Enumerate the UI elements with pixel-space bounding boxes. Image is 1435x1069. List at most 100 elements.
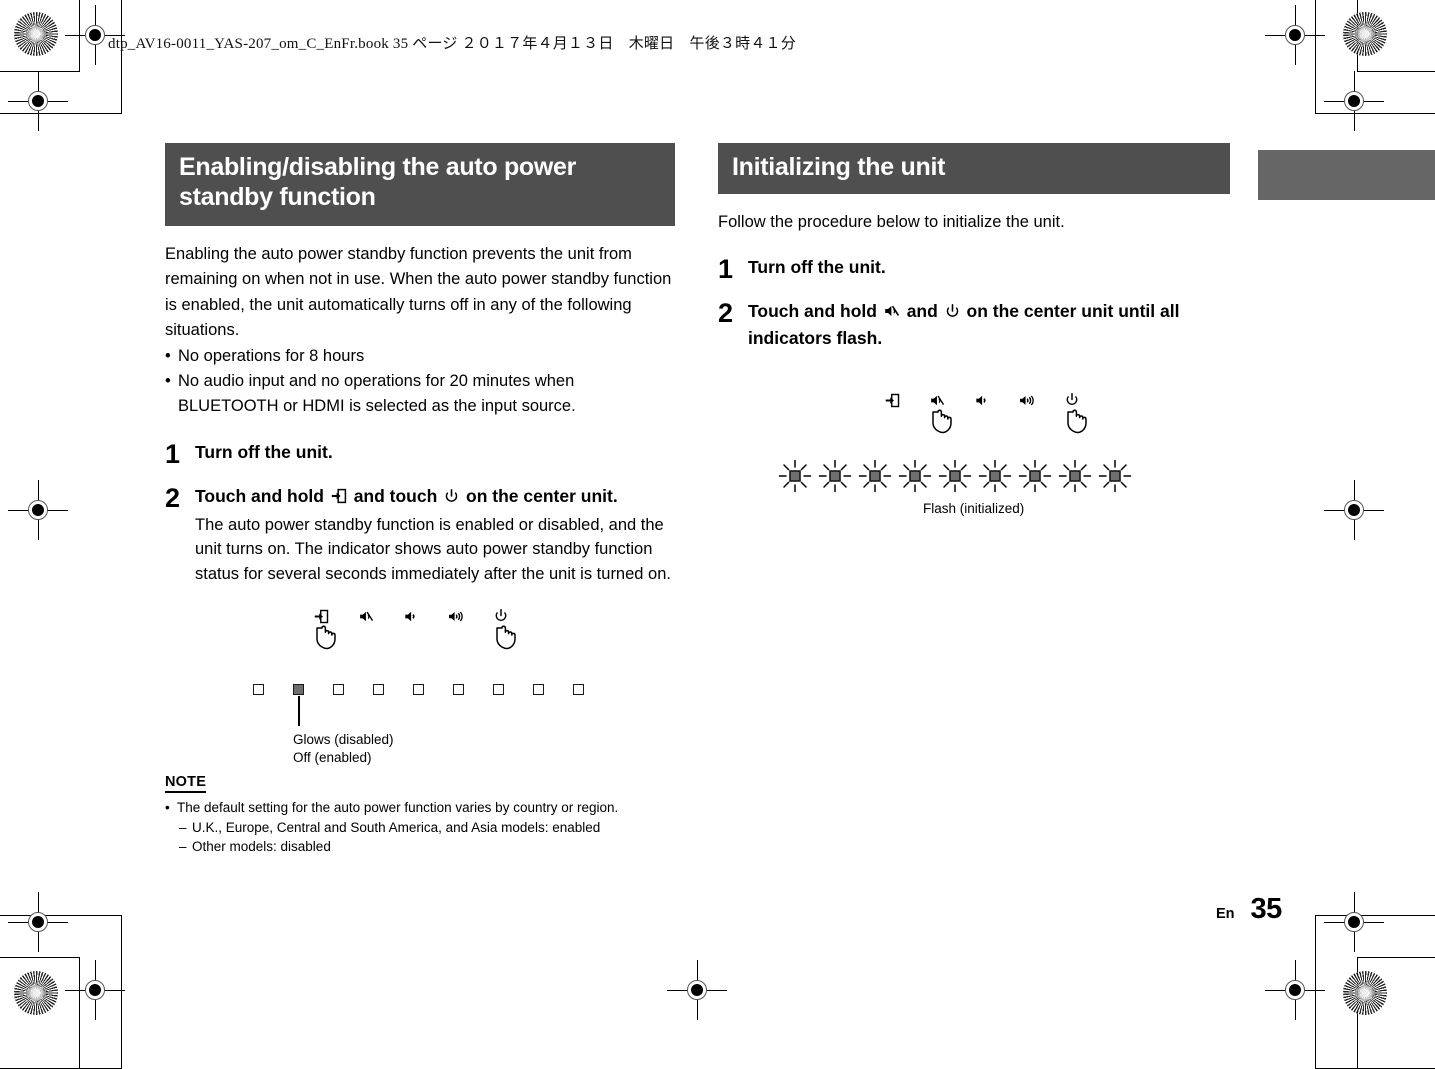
registration-mark-lower-right xyxy=(1324,892,1384,952)
section-heading-initializing: Initializing the unit xyxy=(718,143,1230,194)
star-target-tr xyxy=(1343,12,1387,56)
registration-mark-bottom-right xyxy=(1265,960,1325,1020)
step-2-left: 2 Touch and hold and touch on the center… xyxy=(165,484,675,587)
bullet-text: No audio input and no operations for 20 … xyxy=(178,372,576,416)
indicator-led-flashing xyxy=(1098,459,1132,493)
indicator-led-row-right xyxy=(778,459,1138,495)
indicator-led-flashing xyxy=(1058,459,1092,493)
list-item: – Other models: disabled xyxy=(165,837,675,857)
step-headline: Touch and hold and touch on the center u… xyxy=(195,484,675,511)
registration-mark-bottom-left xyxy=(65,960,125,1020)
indicator-led-flashing xyxy=(818,459,852,493)
step-number: 1 xyxy=(718,253,734,284)
indicator-led xyxy=(333,683,344,695)
indicator-led-flashing xyxy=(978,459,1012,493)
caption-line: Flash (initialized) xyxy=(923,500,1025,516)
hand-pointer-icon xyxy=(929,409,959,439)
control-icon-row-left xyxy=(307,608,537,650)
volume-up-icon xyxy=(1013,393,1041,413)
footer-language: En xyxy=(1216,906,1235,922)
step-2-right: 2 Touch and hold and on the center unit … xyxy=(718,299,1230,351)
indicator-led xyxy=(573,683,584,695)
page-number: 35 xyxy=(1250,893,1283,925)
note-heading: NOTE xyxy=(165,774,207,793)
star-target-tl xyxy=(14,12,58,56)
list-item: • No audio input and no operations for 2… xyxy=(165,369,675,420)
caption-line: Glows (disabled) xyxy=(293,731,394,747)
indicator-led-row-left xyxy=(253,683,593,726)
indicator-led-flashing xyxy=(938,459,972,493)
dash-glyph: – xyxy=(179,839,187,855)
hand-pointer-icon xyxy=(313,625,343,655)
registration-mark-bottom-center xyxy=(667,960,727,1020)
indicator-led xyxy=(413,683,424,695)
indicator-led xyxy=(453,683,464,695)
step-number: 1 xyxy=(165,438,181,469)
step-1-left: 1 Turn off the unit. xyxy=(165,440,675,468)
initialize-indicator-diagram: Flash (initialized) xyxy=(718,392,1230,523)
star-target-bl xyxy=(14,971,58,1015)
step-headline-part: Touch and hold xyxy=(748,300,882,321)
step-headline: Turn off the unit. xyxy=(748,256,886,277)
bullet-glyph: • xyxy=(165,799,170,815)
dash-glyph: – xyxy=(179,819,187,835)
registration-mark-mid-left xyxy=(8,480,68,540)
left-column: Enabling/disabling the auto power standb… xyxy=(165,143,675,857)
section-heading-auto-standby: Enabling/disabling the auto power standb… xyxy=(165,143,675,226)
step-headline: Touch and hold and on the center unit un… xyxy=(748,299,1230,351)
input-icon xyxy=(878,393,906,413)
note-text: The default setting for the auto power f… xyxy=(177,799,619,815)
list-item: • The default setting for the auto power… xyxy=(165,798,675,818)
bullet-list-left: • No operations for 8 hours • No audio i… xyxy=(165,344,675,420)
callout-leader-line xyxy=(298,695,300,726)
step-number: 2 xyxy=(718,297,734,328)
control-icon-row-right xyxy=(878,392,1108,433)
input-icon xyxy=(331,486,347,511)
intro-paragraph-right: Follow the procedure below to initialize… xyxy=(718,212,1065,231)
caption-line: Off (enabled) xyxy=(293,750,372,766)
registration-mark-upper-left xyxy=(8,71,68,131)
step-detail: The auto power standby function is enabl… xyxy=(195,515,671,584)
note-list: • The default setting for the auto power… xyxy=(165,798,675,857)
section-thumb-tab xyxy=(1258,150,1435,200)
volume-down-icon xyxy=(968,393,996,413)
hand-pointer-icon xyxy=(493,625,523,655)
step-1-right: 1 Turn off the unit. xyxy=(718,255,1230,283)
step-headline-part: and touch xyxy=(348,485,443,506)
page-footer: En 35 xyxy=(1216,893,1282,926)
registration-mark-upper-right xyxy=(1324,71,1384,131)
mute-icon xyxy=(352,609,380,629)
indicator-led-flashing xyxy=(898,459,932,493)
right-column: Initializing the unit Follow the procedu… xyxy=(718,143,1230,523)
bullet-glyph: • xyxy=(165,372,171,391)
volume-up-icon xyxy=(442,609,470,629)
hand-pointer-icon xyxy=(1064,409,1094,439)
star-target-br xyxy=(1343,971,1387,1015)
note-block-left: NOTE • The default setting for the auto … xyxy=(165,773,675,857)
mute-icon xyxy=(884,301,900,326)
indicator-led xyxy=(493,683,504,695)
indicator-caption-right: Flash (initialized) xyxy=(923,500,1024,518)
indicator-led xyxy=(253,683,264,695)
registration-mark-mid-right xyxy=(1324,480,1384,540)
list-item: – U.K., Europe, Central and South Americ… xyxy=(165,818,675,838)
indicator-led-flashing xyxy=(778,459,812,493)
step-headline-part: on the center unit. xyxy=(461,485,618,506)
indicator-caption-left: Glows (disabled) Off (enabled) xyxy=(293,731,394,767)
step-number: 2 xyxy=(165,482,181,513)
note-subtext: U.K., Europe, Central and South America,… xyxy=(192,819,601,835)
auto-standby-indicator-diagram: Glows (disabled) Off (enabled) xyxy=(165,608,675,765)
note-subtext: Other models: disabled xyxy=(192,839,331,855)
dtp-slug-line: dtp_AV16-0011_YAS-207_om_C_EnFr.book 35 … xyxy=(108,36,796,52)
step-headline-part: Touch and hold xyxy=(195,485,329,506)
volume-down-icon xyxy=(397,609,425,629)
indicator-led xyxy=(533,683,544,695)
bullet-glyph: • xyxy=(165,346,171,365)
registration-mark-lower-left xyxy=(8,892,68,952)
power-icon xyxy=(444,486,459,511)
bullet-text: No operations for 8 hours xyxy=(178,346,365,365)
indicator-led-flashing xyxy=(858,459,892,493)
step-headline: Turn off the unit. xyxy=(195,441,333,462)
power-icon xyxy=(945,301,960,326)
intro-paragraph-left: Enabling the auto power standby function… xyxy=(165,245,672,340)
